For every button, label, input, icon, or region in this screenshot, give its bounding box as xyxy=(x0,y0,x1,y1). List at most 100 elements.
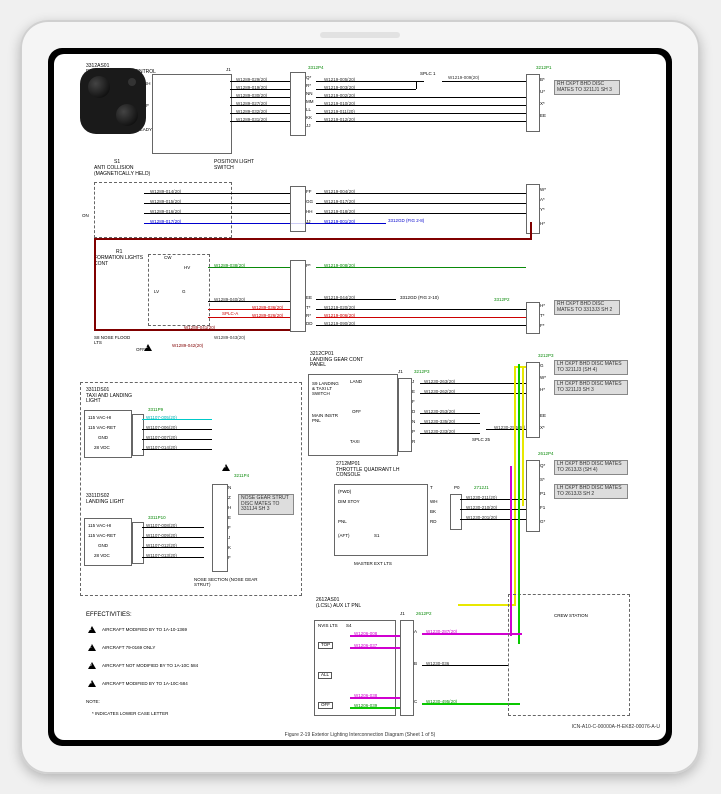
pin: B xyxy=(414,662,417,667)
camera-sensor-icon xyxy=(128,78,136,86)
pin: JJ xyxy=(306,220,311,225)
pin: FF xyxy=(306,190,312,195)
pin: H* xyxy=(540,388,545,393)
pin: W* xyxy=(540,376,546,381)
rh-top-mate: RH CKPT BHD DISC MATES TO 3211J1 SH 3 xyxy=(554,80,620,95)
pin: NN xyxy=(306,92,313,97)
eff-title: EFFECTIVITIES: xyxy=(86,612,132,619)
taxi: TAXI xyxy=(350,440,360,445)
pin: T* xyxy=(306,306,311,311)
pin: A xyxy=(414,630,417,635)
pin: KK xyxy=(306,116,312,121)
formation-name: FORMATION LIGHTS CONT xyxy=(94,256,154,267)
p3lg: 3212P3 xyxy=(414,370,430,375)
pin: DD xyxy=(306,322,313,327)
pin: MM xyxy=(306,100,314,105)
tri-eff-a: 4 xyxy=(222,464,230,471)
tablet-bezel: 3312AS01 EXT/INT LIGHTING CONTROL PANEL … xyxy=(48,48,672,746)
p2-label: 3312P2 xyxy=(494,298,510,303)
pin: P1 xyxy=(540,492,546,497)
conn-lg xyxy=(398,378,412,452)
rh-low-mate: RH CKPT BHD DISC MATES TO 3313J3 SH 2 xyxy=(554,300,620,315)
pin: Y* xyxy=(540,208,545,213)
gd1: 3312GD (FIG 2-8) xyxy=(388,219,424,224)
p3top: 3212P3 xyxy=(538,354,554,359)
2612p4: 2612P4 xyxy=(538,452,554,457)
pin: T xyxy=(430,486,433,491)
eff-2: AIRCRAFT 79-0169 ONLY xyxy=(102,646,155,651)
nose-flood: S8 NOSE FLOOD LTS xyxy=(94,336,134,346)
pin: F xyxy=(412,400,415,405)
speaker-grille xyxy=(320,32,400,38)
j1: J1 xyxy=(400,612,405,617)
tri-1: 1 xyxy=(88,626,96,633)
schematic-document: 3312AS01 EXT/INT LIGHTING CONTROL PANEL … xyxy=(54,54,666,740)
pin: C xyxy=(414,700,417,705)
on-label: ON xyxy=(82,214,89,219)
wire: W1219-009(20) xyxy=(448,76,479,81)
splc25: SPLC 25 xyxy=(472,438,490,443)
fwd: (FWD) xyxy=(338,490,351,495)
off: OFF xyxy=(352,410,361,415)
note-text: * INDICATES LOWER CASE LETTER xyxy=(92,712,168,717)
pin: P* xyxy=(306,264,311,269)
master: MASTER EXT LTS xyxy=(354,562,392,567)
lg-name: 3212CP01LANDING GEAR CONT PANEL xyxy=(310,352,380,369)
pnl: PNL xyxy=(338,520,347,525)
conn-form xyxy=(290,260,306,332)
j1: J1 xyxy=(398,370,403,375)
lh-top-mate: LH CKPT BHD DISC MATES TO 3211J3 (SH 4) xyxy=(554,360,628,375)
pin: RD xyxy=(430,520,437,525)
pin: EE xyxy=(540,114,546,119)
throttle-name: 2712MP01THROTTLE QUADRANT LH CONSOLE xyxy=(336,462,416,479)
aux-name: 2612AS01(LCSL) AUX LT PNL xyxy=(316,598,376,609)
tablet-screen[interactable]: 3312AS01 EXT/INT LIGHTING CONTROL PANEL … xyxy=(54,54,666,740)
camera-lens-icon xyxy=(116,104,138,126)
tri-3: 3 xyxy=(88,662,96,669)
pin: R* xyxy=(306,84,311,89)
2712j1: 2712J1 xyxy=(474,486,489,491)
eff-1: AIRCRAFT MODIFIED BY TO 1A-10-1369 xyxy=(102,628,187,633)
p0: P0 xyxy=(454,486,460,491)
wire: W1289-042(20) xyxy=(172,344,203,349)
poslight-name: POSITION LIGHT SWITCH xyxy=(214,160,274,171)
p4-label: 3312P4 xyxy=(308,66,324,71)
ext-int-box xyxy=(152,74,232,154)
pin: J xyxy=(412,380,414,385)
top-btn: TOP xyxy=(318,642,333,649)
pin: JJ xyxy=(306,124,311,129)
pin: G* xyxy=(540,520,545,525)
all-btn: ALL xyxy=(318,672,332,679)
tri-2: 2 xyxy=(88,644,96,651)
pin: F1 xyxy=(540,506,545,511)
nose-section-box xyxy=(80,382,302,596)
pin: HH xyxy=(306,210,313,215)
aft: (AFT) xyxy=(338,534,350,539)
pin: D xyxy=(412,410,415,415)
dim: DIM STOY xyxy=(338,500,360,505)
pin: U* xyxy=(540,90,545,95)
lh-p4a-mate: LH CKPT BHD DISC MATES TO 2613J3 (SH 4) xyxy=(554,460,628,475)
lg-pnl: MAIN INSTR PNL xyxy=(312,414,338,424)
pin: F* xyxy=(540,324,545,329)
lg-sub: S9 LANDING & TAXI LT SWITCH xyxy=(312,382,342,397)
p1-label: 3212P1 xyxy=(536,66,552,71)
pin: E xyxy=(412,390,415,395)
pin: H* xyxy=(540,304,545,309)
pin: Q* xyxy=(540,464,545,469)
crew: CREW STATION xyxy=(554,614,588,619)
camera-lens-icon xyxy=(88,76,110,98)
pin: P xyxy=(412,430,415,435)
tablet-frame: 3312AS01 EXT/INT LIGHTING CONTROL PANEL … xyxy=(20,20,700,774)
s4: S4 xyxy=(346,624,352,629)
gd2: 3312GD (FIG 2-10) xyxy=(400,296,439,301)
pin: W* xyxy=(540,188,546,193)
pin: EE xyxy=(540,414,546,419)
pin: WH xyxy=(430,500,438,505)
2612p2: 2612P2 xyxy=(416,612,432,617)
pin: B* xyxy=(540,78,545,83)
conn-3312p4-b xyxy=(290,186,306,232)
tri-4: 4 xyxy=(88,680,96,687)
pin: EE xyxy=(306,296,312,301)
wire: W1289-043(20) xyxy=(214,336,245,341)
